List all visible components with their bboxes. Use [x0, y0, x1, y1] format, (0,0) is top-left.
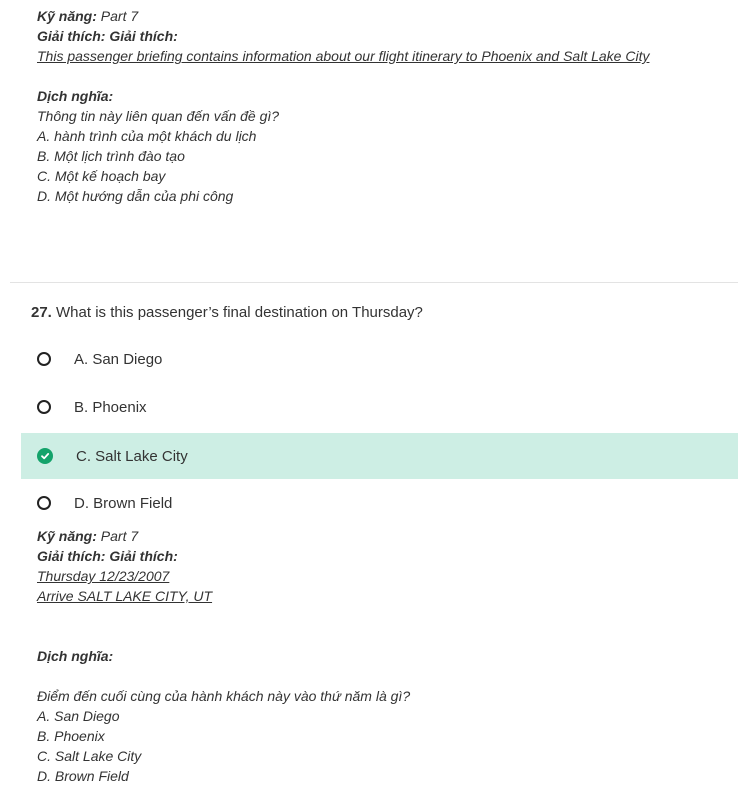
translation-line: A. hành trình của một khách du lịch: [37, 128, 257, 144]
translation-line: B. Một lịch trình đào tạo: [37, 148, 185, 164]
skill-label: Kỹ năng:: [37, 528, 97, 544]
option-label: C. Salt Lake City: [76, 447, 188, 465]
translation-line: C. Một kế hoạch bay: [37, 168, 166, 184]
option-label: B. Phoenix: [74, 398, 147, 416]
option-label: A. San Diego: [74, 350, 163, 368]
explanation-label: Giải thích: Giải thích:: [37, 28, 178, 44]
skill-value: Part 7: [96, 528, 139, 544]
explanation-text: Thursday 12/23/2007: [37, 568, 170, 584]
section-divider: [10, 282, 738, 283]
translation-label: Dịch nghĩa:: [37, 88, 114, 104]
radio-icon[interactable]: [37, 400, 51, 414]
question-text: What is this passenger’s final destinati…: [51, 304, 423, 321]
translation-line: D. Brown Field: [37, 768, 129, 784]
option-b[interactable]: B. Phoenix: [21, 384, 738, 430]
translation-label-line: Dịch nghĩa:: [37, 646, 410, 666]
translation-line: B. Phoenix: [37, 728, 105, 744]
skill-label: Kỹ năng:: [37, 8, 97, 24]
explanation-label: Giải thích: Giải thích:: [37, 548, 178, 564]
explanation-text: This passenger briefing contains informa…: [37, 48, 650, 64]
translation-label-line: Dịch nghĩa:: [37, 86, 649, 106]
explanation-label-line: Giải thích: Giải thích:: [37, 546, 410, 566]
checkmark-icon: [41, 453, 50, 460]
skill-value: Part 7: [96, 8, 139, 24]
translation-line: Thông tin này liên quan đến vấn đề gì?: [37, 108, 280, 124]
option-d[interactable]: D. Brown Field: [21, 480, 738, 526]
option-a[interactable]: A. San Diego: [21, 336, 738, 382]
radio-icon[interactable]: [37, 496, 51, 510]
explanation-label-line: Giải thích: Giải thích:: [37, 26, 649, 46]
explanation-text: Arrive SALT LAKE CITY, UT: [37, 588, 213, 604]
translation-label: Dịch nghĩa:: [37, 648, 114, 664]
check-circle-icon[interactable]: [37, 448, 53, 464]
skill-line: Kỹ năng: Part 7: [37, 6, 649, 26]
option-c[interactable]: C. Salt Lake City: [21, 433, 738, 479]
translation-line: D. Một hướng dẫn của phi công: [37, 188, 234, 204]
translation-line: C. Salt Lake City: [37, 748, 142, 764]
translation-line: Điểm đến cuối cùng của hành khách này và…: [37, 688, 411, 704]
option-label: D. Brown Field: [74, 494, 173, 512]
question-title: 27. What is this passenger’s final desti…: [31, 303, 423, 323]
translation-line: A. San Diego: [37, 708, 120, 724]
previous-explanation: Kỹ năng: Part 7 Giải thích: Giải thích: …: [37, 6, 649, 206]
question-number: 27.: [31, 304, 52, 321]
answer-explanation: Kỹ năng: Part 7 Giải thích: Giải thích: …: [37, 526, 410, 786]
radio-icon[interactable]: [37, 352, 51, 366]
skill-line: Kỹ năng: Part 7: [37, 526, 410, 546]
